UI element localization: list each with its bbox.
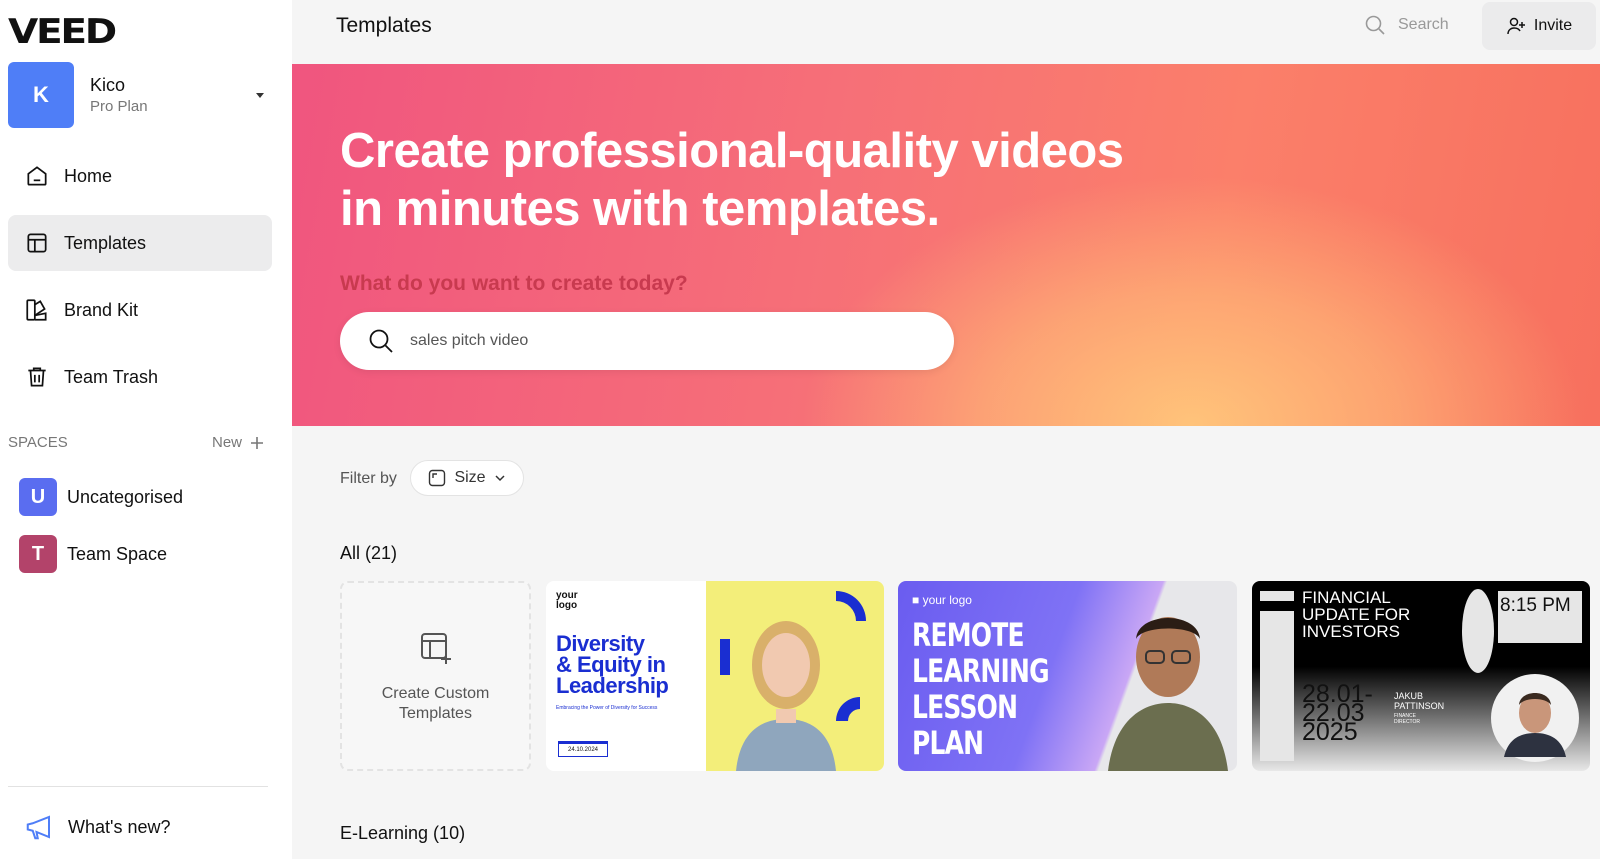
size-filter-dropdown[interactable]: Size: [410, 460, 524, 496]
template-headline-line: Leadership: [556, 673, 669, 698]
search-icon: [369, 329, 393, 353]
invite-label: Invite: [1533, 17, 1573, 34]
create-card-label: Templates: [399, 705, 472, 722]
trash-icon: [28, 367, 46, 387]
aspect-ratio-icon: [429, 469, 446, 487]
template-image-panel: [706, 581, 884, 771]
account-plan: Pro Plan: [90, 98, 148, 115]
hero-title: Create professional-quality videos in mi…: [340, 122, 1240, 238]
space-item-team-space[interactable]: T Team Space: [19, 535, 167, 573]
template-headline-line: FINANCIAL: [1302, 588, 1391, 607]
template-person-role: FINANCE DIRECTOR: [1394, 713, 1420, 725]
invite-button[interactable]: Invite: [1482, 2, 1596, 50]
add-template-icon: [420, 633, 451, 664]
hero-question: What do you want to create today?: [340, 272, 688, 295]
hero-banner: Create professional-quality videos in mi…: [292, 64, 1600, 426]
account-switcher[interactable]: K Kico Pro Plan: [8, 62, 274, 128]
template-logo-text: ■ your logo: [912, 593, 972, 607]
template-date: 24.10.2024: [558, 741, 608, 757]
spaces-label: SPACES: [8, 434, 68, 451]
account-avatar: K: [8, 62, 74, 128]
space-item-uncategorised[interactable]: U Uncategorised: [19, 478, 183, 516]
search-icon: [1365, 15, 1385, 35]
templates-icon: [27, 233, 47, 253]
template-role-line: DIRECTOR: [1394, 719, 1421, 725]
template-person-name: JAKUB PATTINSON: [1394, 691, 1444, 711]
size-filter-label: Size: [454, 469, 486, 486]
page-title: Templates: [336, 14, 432, 37]
sidebar-item-brand-kit[interactable]: Brand Kit: [8, 282, 272, 338]
section-title-all: All (21): [340, 543, 398, 563]
template-headline-line: & Equity in: [556, 652, 666, 677]
template-search-input[interactable]: [410, 332, 910, 350]
new-space-label: New: [211, 434, 242, 451]
chevron-down-icon: [495, 475, 505, 482]
template-headline-line: PLAN: [912, 724, 984, 762]
space-name: Uncategorised: [67, 486, 184, 507]
template-search-box[interactable]: [340, 312, 954, 370]
sidebar-item-templates[interactable]: Templates: [8, 215, 272, 271]
man-presenter-image: [1108, 617, 1228, 771]
template-headline: Diversity & Equity in Leadership: [556, 631, 669, 698]
plus-icon: [251, 436, 263, 449]
create-card-label: Create Custom: [381, 685, 490, 702]
filter-label: Filter by: [340, 470, 397, 487]
home-icon: [27, 166, 47, 186]
whats-new-button[interactable]: What's new?: [24, 812, 170, 842]
caret-down-icon: [256, 92, 264, 98]
template-name-line: JAKUB: [1394, 691, 1424, 701]
spaces-header: SPACES New: [8, 434, 264, 451]
add-user-icon: [1507, 17, 1525, 35]
template-headline-line: LEARNING: [912, 652, 1050, 690]
space-name: Team Space: [67, 543, 168, 564]
template-headline-line: LESSON: [912, 688, 1018, 726]
woman-presenter-image: [720, 591, 866, 771]
new-space-button[interactable]: New: [212, 434, 264, 451]
hero-title-line: in minutes with templates.: [340, 182, 940, 236]
topbar: Templates Search Invite: [292, 0, 1600, 64]
sidebar: VEED K Kico Pro Plan Home Templates Bran…: [0, 0, 292, 859]
businessman-photo: [1491, 674, 1579, 762]
template-headline-line: Diversity: [556, 631, 645, 656]
template-headline-line: REMOTE: [912, 616, 1025, 654]
template-subtitle: Embracing the Power of Diversity for Suc…: [556, 705, 658, 711]
top-search-button[interactable]: Search: [1364, 14, 1449, 36]
account-name: Kico: [90, 75, 126, 95]
template-card[interactable]: your logo Diversity & Equity in Leadersh…: [546, 581, 884, 771]
create-custom-template-card[interactable]: Create Custom Templates: [340, 581, 531, 771]
sidebar-item-team-trash[interactable]: Team Trash: [8, 349, 272, 405]
hero-title-line: Create professional-quality videos: [340, 124, 1124, 178]
sidebar-item-label: Brand Kit: [64, 299, 139, 320]
template-logo-text: your logo: [556, 591, 578, 611]
template-logo-line: logo: [556, 600, 578, 611]
template-card[interactable]: ■ your logo REMOTE LEARNING LESSON PLAN: [898, 581, 1237, 771]
template-date: 28.01- 22.03 2025: [1302, 682, 1373, 745]
template-headline-line: INVESTORS: [1302, 622, 1400, 641]
whats-new-label: What's new?: [68, 816, 171, 837]
megaphone-icon: [26, 815, 50, 840]
section-title-elearning: E-Learning (10): [340, 823, 466, 843]
template-name-line: PATTINSON: [1394, 701, 1445, 711]
template-headline-line: UPDATE FOR: [1302, 605, 1411, 624]
template-time: 8:15 PM: [1498, 591, 1582, 643]
template-card[interactable]: FINANCIAL UPDATE FOR INVESTORS 8:15 PM 2…: [1252, 581, 1590, 771]
brand-kit-icon: [26, 299, 47, 321]
sidebar-item-label: Team Trash: [64, 366, 159, 387]
sidebar-item-home[interactable]: Home: [8, 148, 272, 204]
template-headline: FINANCIAL UPDATE FOR INVESTORS: [1302, 589, 1410, 640]
veed-logo[interactable]: VEED: [8, 12, 117, 52]
space-badge: T: [19, 535, 57, 573]
sidebar-item-label: Templates: [64, 232, 147, 253]
sidebar-divider: [8, 786, 268, 787]
search-label: Search: [1398, 16, 1449, 33]
sidebar-item-label: Home: [64, 165, 113, 186]
sidebar-nav: Home Templates Brand Kit Team Trash: [8, 148, 272, 416]
template-headline: REMOTE LEARNING LESSON PLAN: [912, 616, 1050, 762]
space-badge: U: [19, 478, 57, 516]
